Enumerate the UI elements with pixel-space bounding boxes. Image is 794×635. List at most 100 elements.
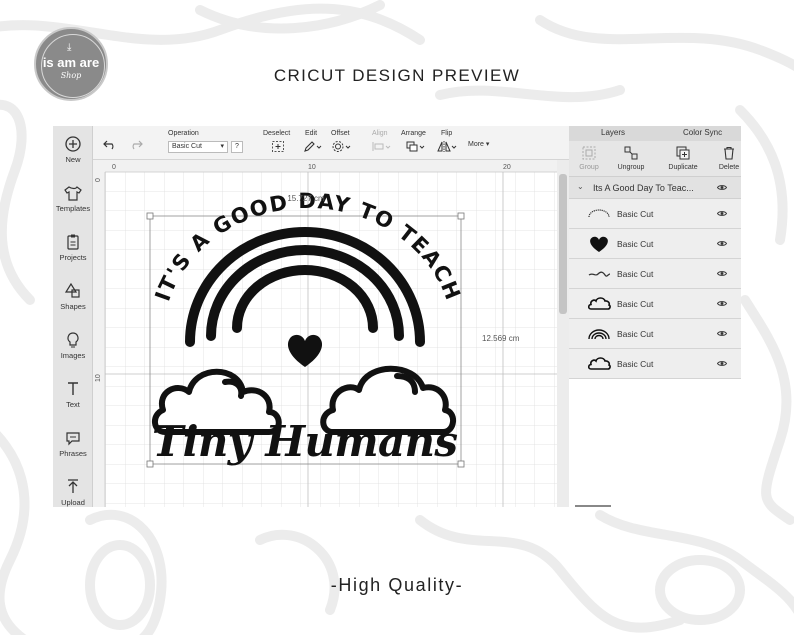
sidebar-item-images[interactable]: Images bbox=[53, 324, 93, 370]
layers-empty-area bbox=[569, 379, 741, 507]
script-text-thumb bbox=[588, 271, 611, 277]
layer-row[interactable]: Basic Cut bbox=[569, 229, 741, 259]
offset-label: Offset bbox=[331, 130, 350, 137]
sidebar-item-projects[interactable]: Projects bbox=[53, 226, 93, 272]
layer-row[interactable]: Basic Cut bbox=[569, 349, 741, 379]
ungroup-label: Ungroup bbox=[617, 164, 645, 171]
lightbulb-icon bbox=[67, 332, 79, 348]
text-t-icon bbox=[68, 382, 78, 395]
layer-row[interactable]: Basic Cut bbox=[569, 199, 741, 229]
sidebar-item-label: Templates bbox=[55, 204, 91, 213]
layer-group-name: Its A Good Day To Teac... bbox=[593, 183, 694, 193]
design-canvas[interactable]: IT'S A GOOD DAY TO TEACH Tiny Humans 0 1… bbox=[93, 160, 557, 507]
eye-icon[interactable] bbox=[717, 210, 727, 217]
layer-row[interactable]: Basic Cut bbox=[569, 289, 741, 319]
eye-icon[interactable] bbox=[717, 270, 727, 277]
plus-circle-icon bbox=[65, 136, 81, 152]
layer-label: Basic Cut bbox=[617, 239, 654, 249]
tab-layers[interactable]: Layers bbox=[601, 128, 625, 137]
sidebar-item-templates[interactable]: Templates bbox=[53, 177, 93, 223]
svg-text:0: 0 bbox=[95, 178, 102, 182]
deselect-label: Deselect bbox=[263, 130, 291, 137]
align-icon[interactable] bbox=[371, 140, 393, 153]
cricut-app-window: New Templates Projects Shapes Images Tex… bbox=[53, 126, 741, 507]
sidebar-item-text[interactable]: Text bbox=[53, 373, 93, 419]
layer-group-row[interactable]: ⌄ Its A Good Day To Teac... bbox=[569, 177, 741, 199]
arrange-label: Arrange bbox=[401, 130, 426, 137]
canvas-vertical-scrollbar[interactable] bbox=[557, 160, 569, 507]
eye-icon[interactable] bbox=[717, 184, 727, 191]
layer-row[interactable]: Basic Cut bbox=[569, 319, 741, 349]
sidebar-item-phrases[interactable]: Phrases bbox=[53, 422, 93, 468]
layer-actions-bar: Group Ungroup Duplicate Delete bbox=[569, 141, 741, 177]
shapes-icon bbox=[64, 282, 80, 298]
layer-label: Basic Cut bbox=[617, 329, 654, 339]
cloud-thumb bbox=[587, 297, 611, 310]
layers-panel: Layers Color Sync Group Ungroup Duplicat… bbox=[569, 126, 741, 507]
sidebar-item-label: New bbox=[65, 155, 81, 164]
caret-down-icon: ▾ bbox=[483, 141, 490, 148]
layer-label: Basic Cut bbox=[617, 269, 654, 279]
group-icon bbox=[582, 146, 596, 160]
sidebar-item-label: Projects bbox=[59, 253, 87, 262]
layer-row[interactable]: Basic Cut bbox=[569, 259, 741, 289]
flip-icon[interactable] bbox=[437, 140, 459, 153]
trash-icon bbox=[724, 146, 734, 160]
layer-label: Basic Cut bbox=[617, 359, 654, 369]
footer-title: -High Quality- bbox=[330, 575, 464, 595]
cloud-thumb bbox=[587, 357, 611, 370]
arrange-icon[interactable] bbox=[405, 140, 427, 153]
svg-text:0: 0 bbox=[112, 164, 116, 171]
more-label: More bbox=[468, 141, 484, 148]
sidebar-item-label: Text bbox=[66, 400, 80, 409]
deselect-icon[interactable] bbox=[271, 140, 285, 153]
tab-color-sync[interactable]: Color Sync bbox=[683, 128, 722, 137]
svg-text:10: 10 bbox=[95, 374, 102, 382]
layer-label: Basic Cut bbox=[617, 299, 654, 309]
duplicate-icon bbox=[676, 146, 690, 160]
ungroup-icon bbox=[624, 146, 638, 160]
pencil-icon[interactable] bbox=[303, 140, 323, 153]
left-sidebar: New Templates Projects Shapes Images Tex… bbox=[53, 126, 93, 507]
svg-text:10: 10 bbox=[308, 164, 316, 171]
design-script-text: Tiny Humans bbox=[152, 417, 458, 466]
layer-label: Basic Cut bbox=[617, 209, 654, 219]
sidebar-item-label: Upload bbox=[61, 498, 85, 507]
undo-icon[interactable] bbox=[103, 138, 117, 150]
top-toolbar: Operation Basic Cut ▾ ? Deselect Edit Of… bbox=[93, 126, 569, 160]
eye-icon[interactable] bbox=[717, 330, 727, 337]
operation-select[interactable]: Basic Cut ▾ bbox=[168, 141, 228, 153]
more-button[interactable]: More ▾ bbox=[468, 140, 489, 148]
redo-icon[interactable] bbox=[129, 138, 143, 150]
edit-label: Edit bbox=[305, 130, 318, 137]
chevron-down-icon[interactable]: ⌄ bbox=[577, 182, 584, 191]
shop-logo: ⤓ is am are Shop bbox=[34, 27, 108, 101]
heart-thumb bbox=[590, 236, 608, 252]
height-dimension-label: 12.569 cm bbox=[482, 334, 520, 343]
tshirt-icon bbox=[64, 186, 82, 201]
download-icon: ⤓ bbox=[67, 42, 72, 53]
speech-bubble-icon bbox=[66, 432, 80, 446]
eye-icon[interactable] bbox=[717, 240, 727, 247]
delete-label: Delete bbox=[718, 164, 740, 171]
page-title: CRICUT DESIGN PREVIEW bbox=[273, 66, 521, 85]
svg-text:20: 20 bbox=[503, 164, 511, 171]
align-label: Align bbox=[372, 130, 388, 137]
operation-help-button[interactable]: ? bbox=[231, 141, 243, 153]
panel-resize-handle[interactable] bbox=[575, 505, 611, 507]
chevron-down-icon: ▾ bbox=[220, 143, 224, 150]
scrollbar-thumb[interactable] bbox=[559, 174, 567, 314]
rainbow-thumb bbox=[588, 329, 610, 340]
sidebar-item-new[interactable]: New bbox=[53, 128, 93, 174]
sidebar-item-label: Phrases bbox=[59, 449, 87, 458]
operation-value: Basic Cut bbox=[172, 143, 202, 150]
arc-text-thumb bbox=[588, 209, 610, 218]
sidebar-item-shapes[interactable]: Shapes bbox=[53, 275, 93, 321]
eye-icon[interactable] bbox=[717, 360, 727, 367]
sidebar-item-upload[interactable]: Upload bbox=[53, 471, 93, 517]
duplicate-label: Duplicate bbox=[668, 164, 698, 171]
offset-icon[interactable] bbox=[331, 140, 353, 153]
operation-label: Operation bbox=[168, 130, 199, 137]
eye-icon[interactable] bbox=[717, 300, 727, 307]
width-dimension-label: 15.727 cm bbox=[287, 194, 325, 203]
